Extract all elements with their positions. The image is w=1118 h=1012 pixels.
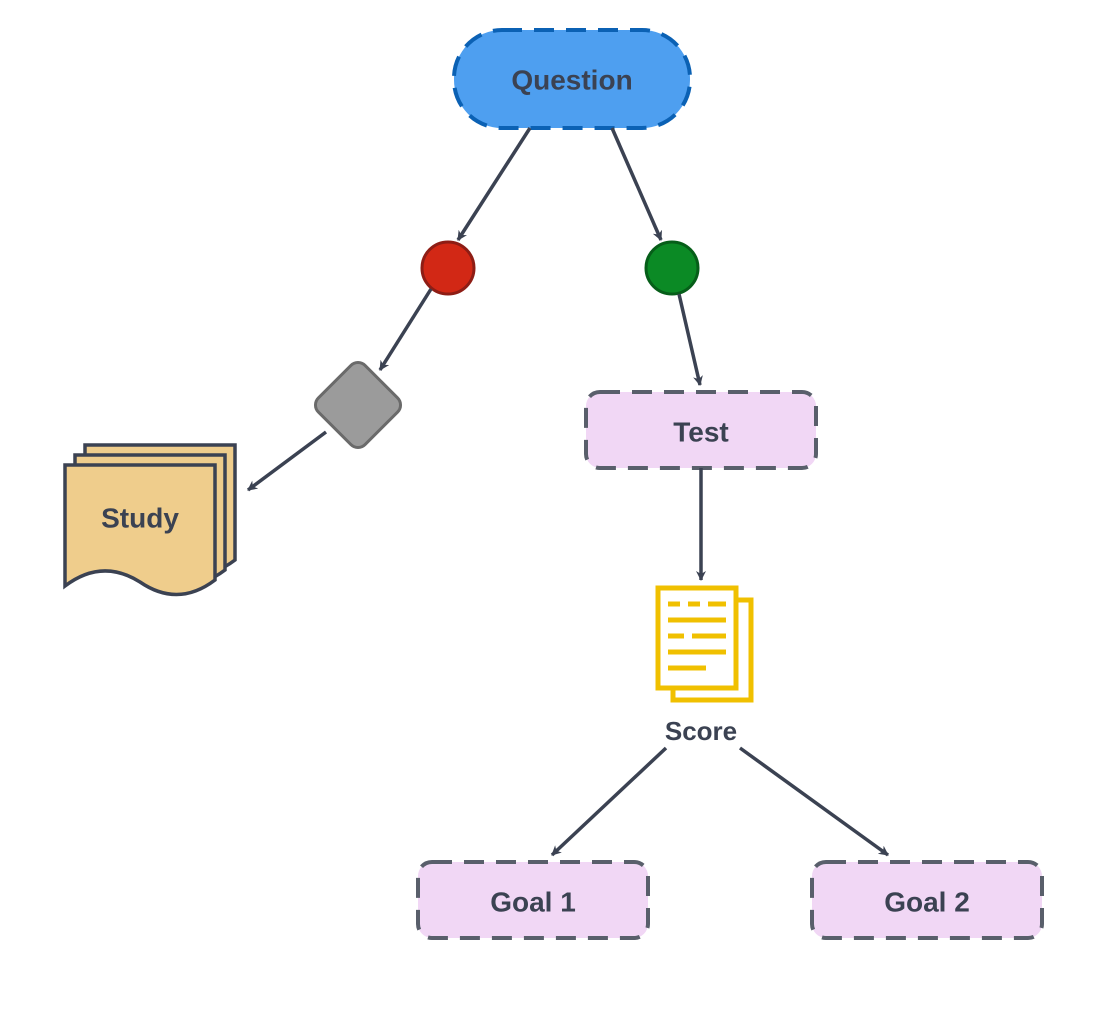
flowchart-canvas: Question Study Test xyxy=(0,0,1118,1012)
study-node: Study xyxy=(65,445,235,595)
goal2-label: Goal 2 xyxy=(884,886,970,917)
red-dot xyxy=(422,242,474,294)
edge-question-to-green xyxy=(612,128,661,240)
gray-diamond xyxy=(311,358,404,451)
question-label: Question xyxy=(511,64,632,95)
test-node: Test xyxy=(586,392,816,468)
edge-red-to-diamond xyxy=(380,289,431,370)
edge-score-to-goal1 xyxy=(552,748,666,855)
goal2-node: Goal 2 xyxy=(812,862,1042,938)
edge-question-to-red xyxy=(458,128,530,240)
study-label: Study xyxy=(101,502,179,533)
score-node: Score xyxy=(658,588,751,746)
goal1-node: Goal 1 xyxy=(418,862,648,938)
goal1-label: Goal 1 xyxy=(490,886,576,917)
edge-green-to-test xyxy=(679,294,700,385)
edge-score-to-goal2 xyxy=(740,748,888,855)
test-label: Test xyxy=(673,416,729,447)
score-label: Score xyxy=(665,716,737,746)
question-node: Question xyxy=(454,30,690,128)
green-dot xyxy=(646,242,698,294)
edge-diamond-to-study xyxy=(248,432,326,490)
